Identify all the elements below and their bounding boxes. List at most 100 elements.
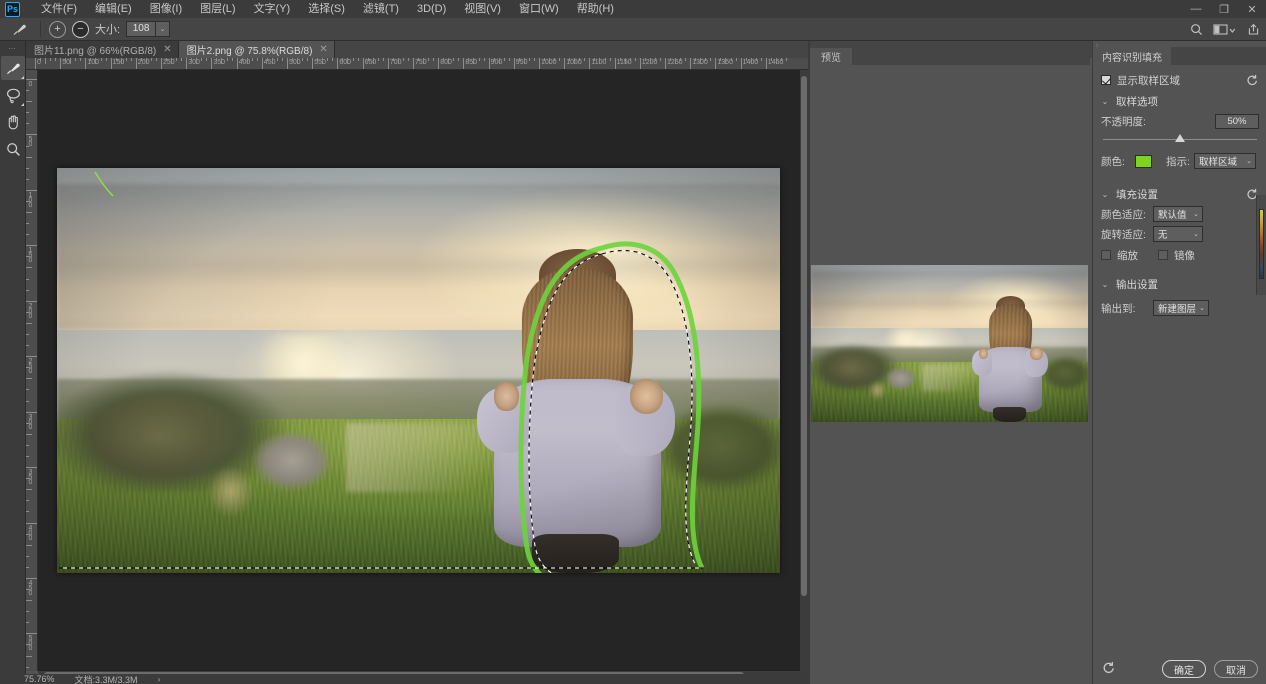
footer-reset-icon[interactable] bbox=[1102, 661, 1116, 678]
ruler-minor-tick bbox=[75, 58, 77, 61]
fill-settings-section-header[interactable]: ⌄ 填充设置 bbox=[1093, 184, 1266, 204]
menu-image[interactable]: 图像(I) bbox=[141, 0, 191, 18]
ruler-minor-tick bbox=[407, 58, 409, 61]
ruler-minor-tick-vertical bbox=[26, 101, 32, 103]
rotation-adaptation-row: 旋转适应: 无 ⌄ bbox=[1093, 224, 1266, 244]
status-expand-icon[interactable]: › bbox=[158, 675, 161, 684]
chevron-down-icon[interactable]: ⌄ bbox=[1101, 97, 1109, 106]
toolbar-grip[interactable]: ⋯ bbox=[0, 45, 25, 53]
horizontal-ruler[interactable]: 0 50 100 150 200 250 300 350 400 450 500 550 600 650 7… bbox=[26, 58, 808, 70]
ruler-label: 700 bbox=[389, 59, 402, 66]
close-icon[interactable]: ✕ bbox=[1238, 0, 1266, 18]
ruler-minor-tick bbox=[221, 58, 223, 64]
output-chevron-down-icon[interactable]: ⌄ bbox=[1101, 280, 1109, 289]
status-zoom-level[interactable]: 75.76% bbox=[24, 674, 55, 684]
zoom-tool[interactable] bbox=[1, 137, 25, 161]
ruler-minor-tick bbox=[397, 58, 399, 64]
menu-layer[interactable]: 图层(L) bbox=[191, 0, 244, 18]
show-sampling-area-checkbox[interactable] bbox=[1101, 75, 1111, 85]
ruler-minor-tick bbox=[745, 58, 747, 61]
menu-filter[interactable]: 滤镜(T) bbox=[354, 0, 408, 18]
color-label: 颜色: bbox=[1101, 155, 1125, 168]
ruler-minor-tick bbox=[574, 58, 576, 64]
ruler-label-vertical: 400 bbox=[27, 524, 34, 540]
rotation-adaptation-select[interactable]: 无 ⌄ bbox=[1153, 226, 1203, 242]
subtract-sampling-button[interactable]: − bbox=[72, 20, 89, 38]
color-swatch-strip[interactable] bbox=[1256, 195, 1266, 295]
sampling-options-section-header[interactable]: ⌄ 取样选项 bbox=[1093, 91, 1266, 111]
color-adaptation-select[interactable]: 默认值 ⌄ bbox=[1153, 206, 1203, 222]
menu-select[interactable]: 选择(S) bbox=[299, 0, 354, 18]
tab-preview[interactable]: 预览 bbox=[810, 48, 852, 65]
canvas-vertical-scrollbar[interactable] bbox=[800, 70, 808, 671]
ruler-minor-tick bbox=[428, 58, 430, 61]
brush-size-chevron-down-icon[interactable]: ⌄ bbox=[156, 21, 171, 37]
workspace-icon[interactable] bbox=[1213, 23, 1237, 36]
search-icon[interactable] bbox=[1190, 23, 1203, 36]
ruler-minor-tick bbox=[171, 58, 173, 64]
ruler-minor-tick bbox=[780, 58, 782, 61]
ruler-minor-tick bbox=[624, 58, 626, 64]
ruler-minor-tick bbox=[150, 58, 152, 61]
document-tab-1-close-icon[interactable]: ✕ bbox=[163, 44, 171, 55]
menu-help[interactable]: 帮助(H) bbox=[568, 0, 623, 18]
scale-checkbox[interactable] bbox=[1101, 250, 1111, 260]
maximize-icon[interactable]: ❐ bbox=[1210, 0, 1238, 18]
ruler-minor-tick-vertical bbox=[26, 455, 29, 457]
output-settings-section-header[interactable]: ⌄ 输出设置 bbox=[1093, 274, 1266, 294]
menu-view[interactable]: 视图(V) bbox=[455, 0, 510, 18]
ruler-minor-tick bbox=[649, 58, 651, 64]
show-sampling-area-row[interactable]: 显示取样区域 bbox=[1093, 69, 1266, 91]
add-sampling-button[interactable]: + bbox=[49, 20, 66, 38]
ruler-minor-tick bbox=[775, 58, 777, 64]
vertical-ruler[interactable]: 0 50 100 150 200 250 300 350 400 450 500 bbox=[26, 70, 38, 671]
menu-window[interactable]: 窗口(W) bbox=[510, 0, 568, 18]
opacity-slider-knob[interactable] bbox=[1175, 134, 1185, 142]
ruler-tick bbox=[665, 58, 666, 69]
ruler-minor-tick bbox=[685, 58, 687, 61]
cancel-button[interactable]: 取消 bbox=[1214, 660, 1258, 678]
preview-body[interactable] bbox=[810, 65, 1090, 663]
sampling-brush-icon[interactable] bbox=[6, 19, 32, 40]
ruler-minor-tick bbox=[785, 58, 787, 61]
indicate-select[interactable]: 取样区域 ⌄ bbox=[1194, 153, 1256, 169]
canvas-area[interactable] bbox=[38, 70, 808, 671]
document-tab-2-close-icon[interactable]: ✕ bbox=[319, 44, 327, 55]
ruler-minor-tick bbox=[750, 58, 752, 64]
sampling-brush-tool[interactable] bbox=[1, 56, 25, 80]
ruler-label: 800 bbox=[440, 59, 452, 66]
ruler-minor-tick bbox=[377, 58, 379, 61]
color-adaptation-value: 默认值 bbox=[1158, 210, 1187, 221]
document-tab-1[interactable]: 图片11.png @ 66%(RGB/8) ✕ bbox=[26, 41, 179, 58]
canvas-vertical-scrollbar-thumb[interactable] bbox=[801, 76, 807, 596]
menu-bar: Ps 文件(F) 编辑(E) 图像(I) 图层(L) 文字(Y) 选择(S) 滤… bbox=[0, 0, 1266, 18]
mirror-checkbox[interactable] bbox=[1158, 250, 1168, 260]
show-sampling-area-label: 显示取样区域 bbox=[1117, 74, 1180, 87]
opacity-input[interactable]: 50% bbox=[1215, 113, 1259, 129]
menu-type[interactable]: 文字(Y) bbox=[245, 0, 300, 18]
ruler-minor-tick bbox=[433, 58, 435, 61]
ruler-minor-tick bbox=[372, 58, 374, 64]
ruler-minor-tick bbox=[241, 58, 243, 61]
ruler-minor-tick-vertical bbox=[26, 145, 29, 147]
ruler-minor-tick bbox=[770, 58, 772, 61]
hand-tool[interactable] bbox=[1, 110, 25, 134]
output-to-select[interactable]: 新建图层 ⌄ bbox=[1153, 300, 1209, 316]
document-tab-2[interactable]: 图片2.png @ 75.8%(RGB/8) ✕ bbox=[178, 41, 335, 58]
brush-size-input[interactable]: 108 bbox=[126, 21, 157, 37]
share-icon[interactable] bbox=[1247, 23, 1260, 36]
ok-button[interactable]: 确定 bbox=[1162, 660, 1206, 678]
menu-3d[interactable]: 3D(D) bbox=[408, 0, 455, 18]
document-image[interactable] bbox=[57, 168, 780, 573]
minimize-icon[interactable]: — bbox=[1182, 0, 1210, 18]
menu-file[interactable]: 文件(F) bbox=[32, 0, 86, 18]
ruler-minor-tick bbox=[518, 58, 520, 61]
fill-chevron-down-icon[interactable]: ⌄ bbox=[1101, 190, 1109, 199]
opacity-slider[interactable] bbox=[1103, 132, 1257, 146]
ruler-minor-tick-vertical bbox=[26, 123, 29, 125]
sampling-reset-icon[interactable] bbox=[1246, 74, 1259, 87]
lasso-tool[interactable] bbox=[1, 83, 25, 107]
menu-edit[interactable]: 编辑(E) bbox=[86, 0, 141, 18]
sampling-color-swatch[interactable] bbox=[1135, 154, 1152, 168]
tab-content-aware-fill[interactable]: 内容识别填充 bbox=[1093, 47, 1171, 65]
